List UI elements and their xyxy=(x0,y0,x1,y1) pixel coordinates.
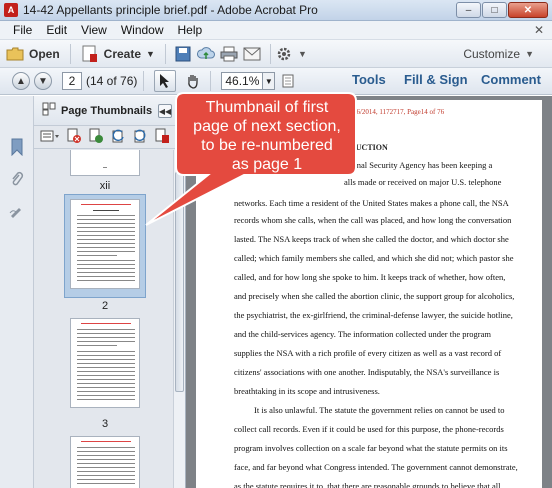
next-page-button[interactable]: ▼ xyxy=(34,72,52,90)
customize-menu[interactable]: Customize xyxy=(463,47,520,61)
previous-page-button[interactable]: ▲ xyxy=(12,72,30,90)
bookmarks-icon[interactable] xyxy=(9,138,25,156)
folder-icon xyxy=(6,45,24,63)
document-text-line: as the statute requires it to, that ther… xyxy=(234,481,501,488)
tab-tools[interactable]: Tools xyxy=(352,72,386,87)
create-label: Create xyxy=(103,46,142,61)
close-document-icon[interactable]: ✕ xyxy=(534,23,544,37)
menu-help[interactable]: Help xyxy=(171,23,210,37)
close-button[interactable]: ✕ xyxy=(508,2,548,18)
tab-comment[interactable]: Comment xyxy=(481,72,541,87)
page-thumbnail-4[interactable] xyxy=(70,436,140,488)
thumbnails-header: Page Thumbnails ◀◀ xyxy=(34,96,186,126)
signatures-icon[interactable] xyxy=(9,202,25,220)
gear-chevron-icon[interactable]: ▼ xyxy=(298,49,307,59)
minimize-button[interactable]: – xyxy=(456,2,481,18)
hand-icon xyxy=(188,75,199,89)
thumbnail-label-2: 2 xyxy=(101,300,109,312)
page-count: (14 of 76) xyxy=(86,74,138,88)
customize-chevron-icon[interactable]: ▼ xyxy=(525,49,534,59)
create-pdf-icon xyxy=(81,45,99,63)
fit-page-icon[interactable] xyxy=(281,72,295,90)
save-icon[interactable] xyxy=(174,45,192,63)
document-text-line: records whom she calls, when the call wa… xyxy=(234,215,512,225)
document-text-line: alls made or received on major U.S. tele… xyxy=(344,177,502,187)
page-thumbnail-xi[interactable] xyxy=(70,150,140,176)
zoom-dropdown-icon[interactable]: ▼ xyxy=(263,72,276,90)
document-text-line: called; which family members she called,… xyxy=(234,253,514,263)
thumbnail-tools xyxy=(34,127,186,149)
tab-fill-sign[interactable]: Fill & Sign xyxy=(404,72,468,87)
document-text-line: ational Security Agency has been keeping… xyxy=(344,160,493,170)
insert-page-icon[interactable] xyxy=(88,128,104,147)
navigation-pane xyxy=(0,96,34,488)
callout-text: Thumbnail of first page of next section,… xyxy=(172,98,362,174)
print-icon[interactable] xyxy=(220,45,238,63)
thumbnail-list[interactable]: xii 2 3 xyxy=(34,150,174,488)
delete-page-icon[interactable] xyxy=(66,128,82,147)
menu-window[interactable]: Window xyxy=(114,23,171,37)
thumbnails-title: Page Thumbnails xyxy=(61,104,153,117)
document-text-line: program involves collection on a scale f… xyxy=(234,443,508,453)
page-thumbnail-3[interactable] xyxy=(70,318,140,408)
document-text-line: the psychiatrist, the ex-girlfriend, the… xyxy=(234,310,513,320)
window-title: 14-42 Appellants principle brief.pdf - A… xyxy=(23,3,318,17)
arrow-cursor-icon xyxy=(160,74,170,88)
options-icon[interactable] xyxy=(40,129,60,146)
document-text-line: and the child-services agency. The infor… xyxy=(234,329,492,339)
document-text-line: supplies the NSA with a rich profile of … xyxy=(234,348,502,358)
extract-page-icon[interactable] xyxy=(154,128,170,147)
title-bar: A 14-42 Appellants principle brief.pdf -… xyxy=(0,0,552,21)
gear-icon[interactable] xyxy=(275,45,293,63)
document-text-line: lasted. The NSA keeps track of when she … xyxy=(234,234,509,244)
menu-view[interactable]: View xyxy=(74,23,114,37)
attachments-icon[interactable] xyxy=(9,170,25,188)
document-text-line: face, and far beyond what Congress inten… xyxy=(234,462,518,472)
document-text-line: citizens' associations with one another.… xyxy=(234,367,500,377)
thumbnail-label-xii: xii xyxy=(99,180,111,192)
page-number-input[interactable]: 2 xyxy=(62,72,82,90)
menu-bar: File Edit View Window Help ✕ xyxy=(0,21,552,40)
email-icon[interactable] xyxy=(243,45,261,63)
menu-edit[interactable]: Edit xyxy=(39,23,74,37)
document-text-line: It is also unlawful. The statute the gov… xyxy=(254,405,505,415)
rotate-ccw-icon[interactable] xyxy=(110,128,126,147)
open-label: Open xyxy=(29,46,60,61)
cloud-upload-icon[interactable] xyxy=(196,45,215,63)
collapse-panel-button[interactable]: ◀◀ xyxy=(158,104,172,118)
thumbnails-icon xyxy=(42,102,56,119)
maximize-button[interactable]: □ xyxy=(482,2,507,18)
open-button[interactable]: Open xyxy=(0,43,66,65)
callout-line-4: as page 1 xyxy=(231,156,303,173)
callout-line-3: to be re-numbered xyxy=(201,137,333,154)
thumbnail-label-3: 3 xyxy=(101,418,109,430)
page-thumbnails-panel: Page Thumbnails ◀◀ xii 2 3 xyxy=(34,96,186,488)
main-toolbar: Open Create ▼ ▼ Customize ▼ xyxy=(0,40,552,68)
zoom-input[interactable]: 46.1% xyxy=(221,72,264,90)
document-text-line: called, and for how long she spoke to hi… xyxy=(234,272,506,282)
menu-file[interactable]: File xyxy=(6,23,39,37)
create-button[interactable]: Create ▼ xyxy=(75,43,161,65)
callout-line-1: Thumbnail of first xyxy=(205,99,329,116)
rotate-cw-icon[interactable] xyxy=(132,128,148,147)
page-thumbnail-2[interactable] xyxy=(70,199,140,289)
select-tool-button[interactable] xyxy=(154,70,177,92)
document-text-line: and precisely when she called the aborti… xyxy=(234,291,515,301)
acrobat-icon: A xyxy=(4,3,18,17)
document-text-line: networks. Each time a resident of the Un… xyxy=(234,198,509,208)
chevron-down-icon: ▼ xyxy=(146,48,155,59)
hand-tool-button[interactable] xyxy=(182,70,204,92)
document-text-line: breathtaking in its scope and intrusiven… xyxy=(234,386,380,396)
document-text-line: collect call records. Even if it could b… xyxy=(234,424,504,434)
callout-line-2: page of next section, xyxy=(193,118,341,135)
